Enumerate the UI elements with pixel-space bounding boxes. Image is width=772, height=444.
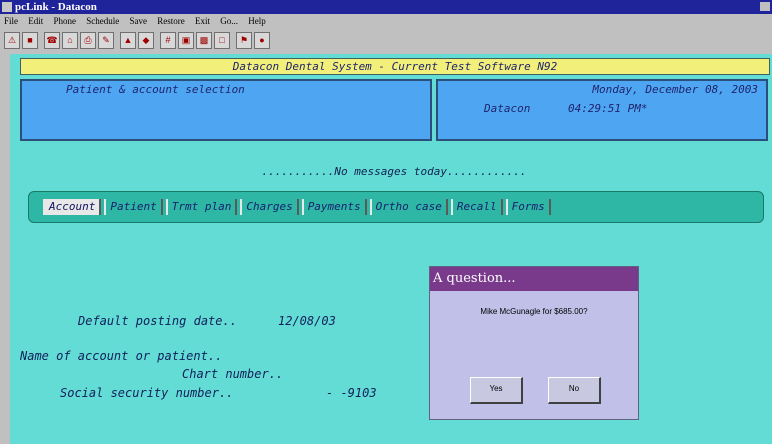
restore-icon[interactable]: ▩ xyxy=(196,32,212,49)
tab-patient[interactable]: Patient xyxy=(104,199,163,215)
menu-save[interactable]: Save xyxy=(130,16,148,26)
tab-account[interactable]: Account xyxy=(43,199,102,215)
menu-help[interactable]: Help xyxy=(248,16,266,26)
window-icon[interactable]: □ xyxy=(214,32,230,49)
menu-file[interactable]: File xyxy=(4,16,18,26)
menu-schedule[interactable]: Schedule xyxy=(86,16,119,26)
account-name-label: Name of account or patient.. xyxy=(20,349,223,363)
menu-restore[interactable]: Restore xyxy=(157,16,185,26)
schedule-icon[interactable]: ▲ xyxy=(120,32,136,49)
dialog-title: A question... xyxy=(430,267,638,291)
phone-icon[interactable]: ☎ xyxy=(44,32,60,49)
section-title-box: Patient & account selection xyxy=(20,79,432,141)
stop-icon[interactable]: ■ xyxy=(22,32,38,49)
grid-icon[interactable]: # xyxy=(160,32,176,49)
tab-strip: Account Patient Trmt plan Charges Paymen… xyxy=(28,191,764,223)
flag-icon[interactable]: ⚑ xyxy=(236,32,252,49)
menu-go[interactable]: Go... xyxy=(220,16,238,26)
menu-phone[interactable]: Phone xyxy=(54,16,77,26)
save-icon[interactable]: ▣ xyxy=(178,32,194,49)
chart-number-label: Chart number.. xyxy=(182,367,284,381)
tab-charges[interactable]: Charges xyxy=(240,199,299,215)
ssn-label: Social security number.. xyxy=(60,386,234,400)
connect-icon[interactable]: ⚠ xyxy=(4,32,20,49)
section-title: Patient & account selection xyxy=(66,83,245,96)
house-icon[interactable]: ⌂ xyxy=(62,32,78,49)
tab-list: Account Patient Trmt plan Charges Paymen… xyxy=(43,199,554,215)
current-time: 04:29:51 PM* xyxy=(568,102,648,115)
posting-date-value[interactable]: 12/08/03 xyxy=(278,314,336,328)
tab-trmt-plan[interactable]: Trmt plan xyxy=(165,199,238,215)
tab-recall[interactable]: Recall xyxy=(450,199,503,215)
print-icon[interactable]: ⎙ xyxy=(80,32,96,49)
app-icon xyxy=(2,2,12,12)
current-date: Monday, December 08, 2003 xyxy=(592,83,758,96)
tab-payments[interactable]: Payments xyxy=(301,199,367,215)
menu-exit[interactable]: Exit xyxy=(195,16,210,26)
messages-line: ...........No messages today............ xyxy=(261,165,527,178)
date-time-box: Monday, December 08, 2003 Datacon 04:29:… xyxy=(436,79,768,141)
ssn-value[interactable]: - -9103 xyxy=(326,386,377,400)
posting-date-label: Default posting date.. xyxy=(78,314,237,328)
minimize-button[interactable] xyxy=(760,2,770,11)
tooth-icon[interactable]: ◆ xyxy=(138,32,154,49)
no-button[interactable]: No xyxy=(548,377,601,404)
menu-edit[interactable]: Edit xyxy=(28,16,43,26)
dialog-message: Mike McGunagle for $685.00? xyxy=(480,307,588,316)
toolbar: ⚠ ■ ☎ ⌂ ⎙ ✎ ▲ ◆ # ▣ ▩ □ ⚑ ● xyxy=(0,28,772,54)
left-border xyxy=(0,54,10,444)
window-title: pcLink - Datacon xyxy=(15,1,97,13)
exit-icon[interactable]: ● xyxy=(254,32,270,49)
company-name: Datacon xyxy=(484,102,531,115)
system-header: Datacon Dental System - Current Test Sof… xyxy=(20,58,770,75)
edit-icon[interactable]: ✎ xyxy=(98,32,114,49)
yes-button[interactable]: Yes xyxy=(470,377,523,404)
tab-forms[interactable]: Forms xyxy=(505,199,551,215)
question-dialog: A question... Mike McGunagle for $685.00… xyxy=(429,266,639,420)
tab-ortho-case[interactable]: Ortho case xyxy=(369,199,448,215)
menu-bar: File Edit Phone Schedule Save Restore Ex… xyxy=(0,14,772,28)
title-bar: pcLink - Datacon xyxy=(0,0,772,14)
